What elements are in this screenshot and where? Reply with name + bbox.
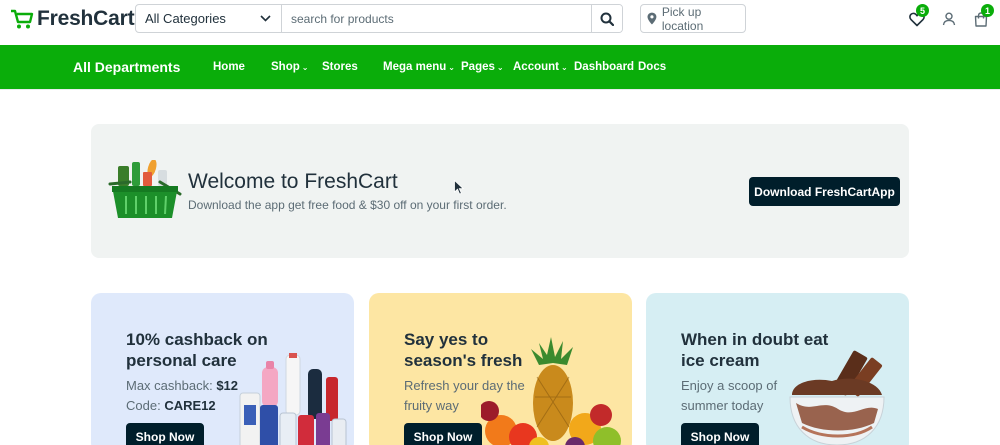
nav-dashboard-label: Dashboard bbox=[574, 61, 635, 73]
nav-mega-menu-label: Mega menu bbox=[383, 61, 447, 73]
search-group: All Categories bbox=[135, 4, 623, 33]
cart-button[interactable]: 1 bbox=[972, 4, 994, 28]
cart-count-badge: 1 bbox=[981, 4, 994, 17]
cart-logo-icon bbox=[11, 9, 34, 29]
chevron-down-icon: ⌄ bbox=[561, 63, 568, 72]
code-label: Code: bbox=[126, 398, 161, 413]
shop-now-button[interactable]: Shop Now bbox=[681, 423, 759, 445]
download-app-button[interactable]: Download FreshCartApp bbox=[749, 177, 900, 206]
search-button[interactable] bbox=[591, 5, 622, 32]
all-departments-button[interactable]: All Departments bbox=[73, 59, 180, 75]
search-input[interactable] bbox=[282, 5, 591, 32]
search-icon bbox=[600, 12, 614, 26]
nav-dashboard[interactable]: Dashboard bbox=[574, 61, 634, 73]
wishlist-count-badge: 5 bbox=[916, 4, 929, 17]
cashback-value: $12 bbox=[216, 378, 239, 393]
promo-card-personal-care: 10% cashback on personal care Max cashba… bbox=[91, 293, 354, 445]
pickup-location-label: Pick up location bbox=[661, 4, 704, 33]
code-value: CARE12 bbox=[164, 398, 216, 413]
main-navbar: All Departments Home Shop ⌄ Stores Mega m… bbox=[0, 45, 1000, 89]
nav-account-label: Account bbox=[513, 61, 559, 73]
promo-card-seasonal-fruit: Say yes to season's fresh Refresh your d… bbox=[369, 293, 632, 445]
mouse-cursor-icon bbox=[454, 180, 464, 195]
fresh-fruit-image bbox=[481, 337, 621, 445]
logo-text: FreshCart bbox=[37, 7, 135, 30]
cashback-label: Max cashback: bbox=[126, 378, 213, 393]
freshcart-logo[interactable]: FreshCart bbox=[10, 6, 135, 32]
chevron-down-icon: ⌄ bbox=[448, 63, 455, 72]
nav-shop-label: Shop bbox=[271, 61, 300, 73]
category-select[interactable]: All Categories bbox=[136, 5, 282, 32]
user-icon bbox=[942, 12, 956, 26]
personal-care-products-image bbox=[239, 353, 347, 445]
nav-shop[interactable]: Shop ⌄ bbox=[271, 61, 308, 73]
ice-cream-image bbox=[789, 350, 885, 445]
map-pin-icon bbox=[647, 12, 657, 25]
chevron-down-icon: ⌄ bbox=[496, 63, 504, 72]
pickup-location-button[interactable]: Pick up location bbox=[640, 4, 746, 33]
welcome-banner: Welcome to FreshCart Download the app ge… bbox=[91, 124, 909, 258]
nav-home[interactable]: Home bbox=[213, 61, 245, 73]
nav-divider bbox=[0, 89, 1000, 90]
shop-now-button[interactable]: Shop Now bbox=[126, 423, 204, 445]
welcome-subtitle: Download the app get free food & $30 off… bbox=[188, 198, 507, 212]
nav-docs[interactable]: Docs bbox=[638, 61, 666, 73]
grocery-basket-icon bbox=[108, 160, 182, 218]
nav-pages[interactable]: Pages ⌄ bbox=[461, 61, 504, 73]
account-button[interactable] bbox=[940, 10, 958, 28]
nav-mega-menu[interactable]: Mega menu ⌄ bbox=[383, 61, 455, 73]
promo-card-ice-cream: When in doubt eat ice cream Enjoy a scoo… bbox=[646, 293, 909, 445]
wishlist-button[interactable]: 5 bbox=[908, 4, 929, 28]
nav-stores[interactable]: Stores bbox=[322, 61, 358, 73]
nav-docs-label: Docs bbox=[638, 61, 667, 73]
top-header: FreshCart All Categories Pick up locatio… bbox=[0, 0, 1000, 45]
chevron-down-icon bbox=[260, 15, 271, 22]
nav-account[interactable]: Account ⌄ bbox=[513, 61, 568, 73]
nav-pages-label: Pages bbox=[461, 61, 495, 73]
nav-stores-label: Stores bbox=[322, 61, 358, 73]
chevron-down-icon: ⌄ bbox=[301, 63, 309, 72]
shop-now-button[interactable]: Shop Now bbox=[404, 423, 482, 445]
welcome-title: Welcome to FreshCart bbox=[188, 170, 398, 193]
category-select-value: All Categories bbox=[145, 11, 226, 26]
nav-home-label: Home bbox=[213, 61, 245, 73]
